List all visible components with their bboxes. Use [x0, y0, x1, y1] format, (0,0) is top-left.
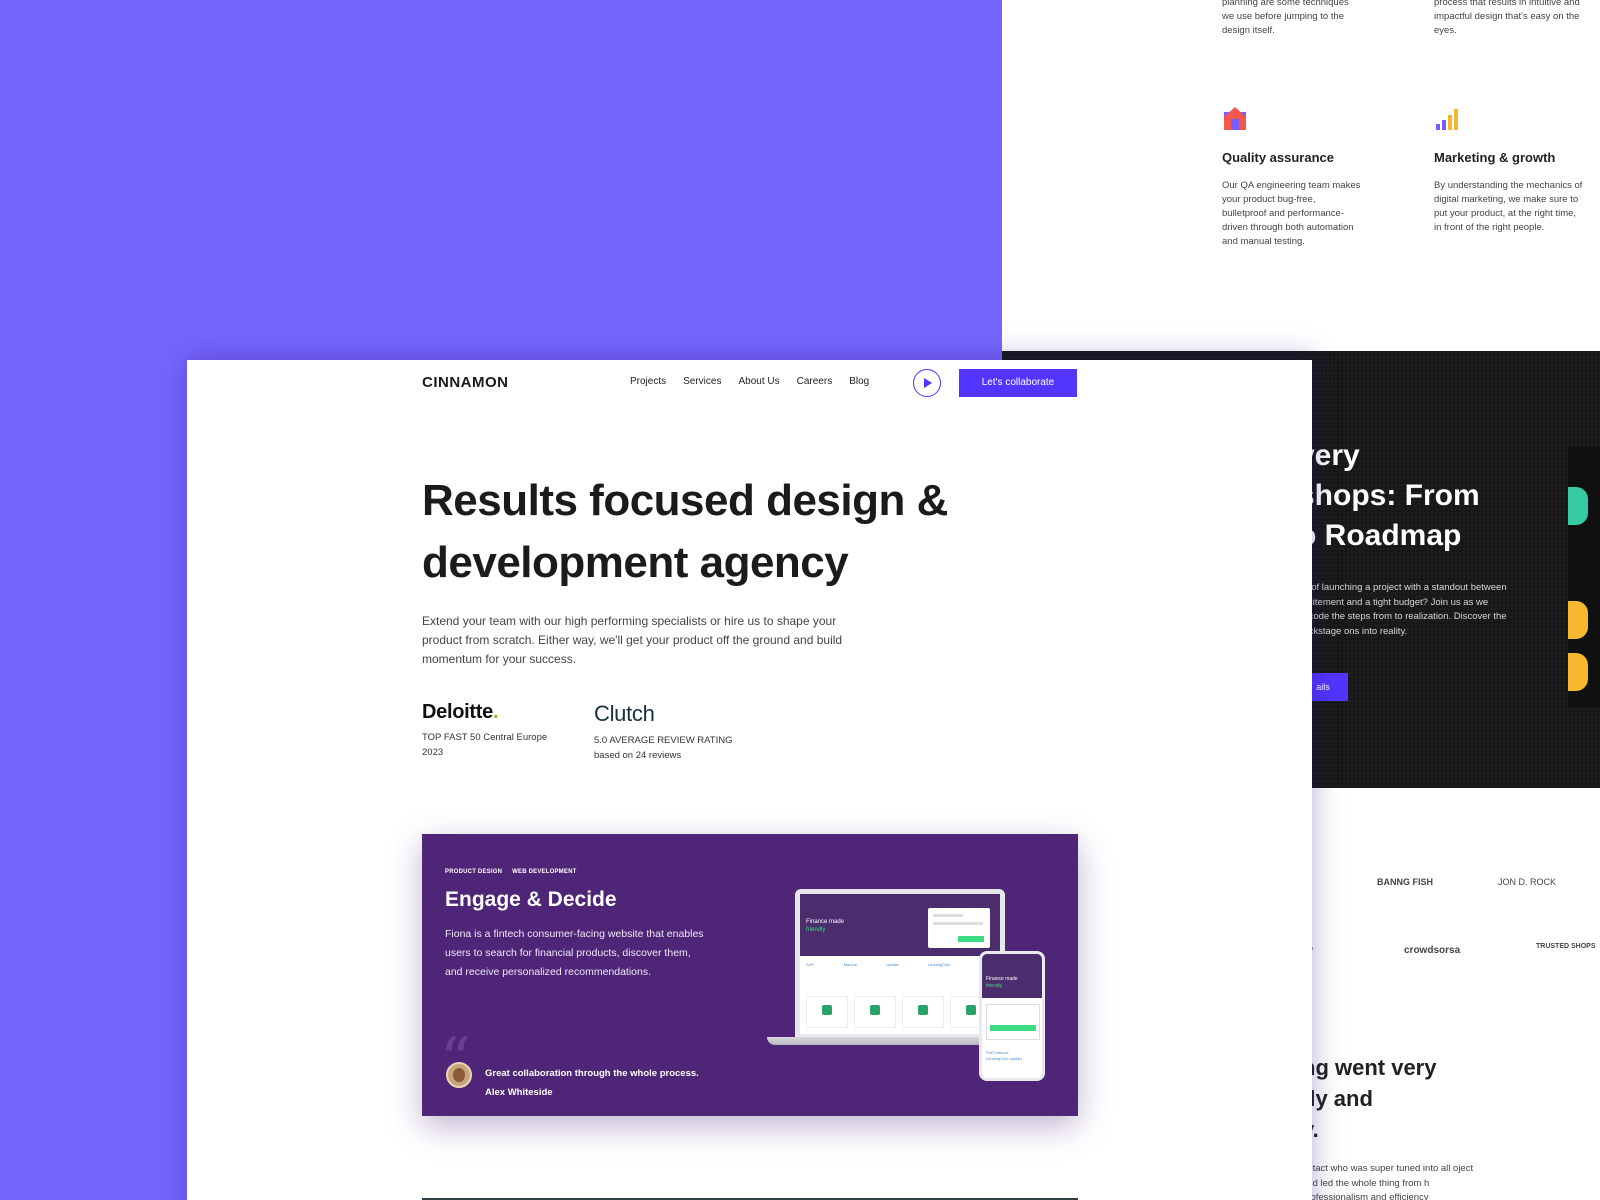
service-title: Quality assurance — [1222, 150, 1334, 165]
services-page: planning are some techniques we use befo… — [1002, 0, 1600, 352]
client-logo: crowdsorsa — [1404, 945, 1461, 956]
mockup-logo: SoFi — [806, 962, 815, 967]
testimonial-text: ontact who was super tuned into all ojec… — [1302, 1163, 1474, 1200]
service-text: By understanding the mechanics of digita… — [1434, 180, 1583, 233]
tag: WEB DEVELOPMENT — [512, 869, 577, 875]
award-clutch: Clutch 5.0 AVERAGE REVIEW RATING based o… — [594, 701, 733, 763]
mockup-hero-line: Finance made — [806, 919, 845, 925]
testimonial-heading-line: ng went very — [1302, 1055, 1437, 1080]
nav-careers[interactable]: Careers — [797, 376, 833, 387]
phone-logo-row: LendingClub upstart — [986, 1056, 1022, 1061]
mockup-tile — [902, 996, 944, 1028]
testimonial-heading-line: y. — [1302, 1114, 1436, 1145]
service-card: process that results in intuitive and im… — [1434, 0, 1584, 38]
workshop-title-line: shops: From — [1298, 479, 1480, 512]
project-card[interactable]: PRODUCT DESIGN WEB DEVELOPMENT Engage & … — [422, 834, 1078, 1116]
workshop-title-line: o Roadmap — [1298, 519, 1462, 552]
deloitte-logo: Deloitte. — [422, 701, 547, 724]
play-icon — [924, 378, 932, 388]
service-card-qa: Quality assurance Our QA engineering tea… — [1222, 106, 1362, 249]
service-text: Our QA engineering team makes your produ… — [1222, 180, 1361, 247]
mockup-logo: Marcus — [843, 962, 857, 967]
award-caption: TOP FAST 50 Central Europe 2023 — [422, 730, 547, 760]
quote-author: Alex Whiteside — [485, 1087, 553, 1098]
clutch-logo: Clutch — [594, 701, 655, 726]
nav-about-us[interactable]: About Us — [738, 376, 779, 387]
phone-hero-line: friendly — [986, 983, 1003, 989]
testimonial-quote: Great collaboration through the whole pr… — [485, 1064, 699, 1102]
award-caption-line: based on 24 reviews — [594, 750, 682, 761]
deloitte-logo-dot: . — [492, 701, 499, 723]
avatar — [446, 1062, 472, 1088]
project-description: Fiona is a fintech consumer-facing websi… — [445, 928, 704, 978]
workshop-title: very shops: From o Roadmap — [1298, 436, 1480, 556]
tag: PRODUCT DESIGN — [445, 869, 503, 875]
mockup-tile — [854, 996, 896, 1028]
phone-hero-line: Finance made — [986, 976, 1018, 982]
play-video-button[interactable] — [913, 369, 941, 397]
service-card-marketing: Marketing & growth By understanding the … — [1434, 106, 1584, 235]
phone-form — [986, 1004, 1040, 1040]
phone-hero-text: Finance made friendly — [986, 976, 1018, 990]
service-text: planning are some techniques we use befo… — [1222, 0, 1349, 36]
mockup-hero-line: friendly — [806, 927, 826, 933]
testimonial-heading: ng went very tly and y. — [1302, 1052, 1436, 1145]
mockup-hero: Finance made friendly — [800, 894, 1000, 956]
project-tags: PRODUCT DESIGN WEB DEVELOPMENT — [445, 869, 576, 875]
main-nav: Projects Services About Us Careers Blog — [630, 376, 869, 387]
service-card: planning are some techniques we use befo… — [1222, 0, 1362, 38]
project-title: Engage & Decide — [445, 888, 617, 911]
client-logo: TRUSTED SHOPS — [1536, 943, 1596, 950]
homepage: CINNAMON Projects Services About Us Care… — [187, 360, 1312, 1200]
collaborate-button[interactable]: Let's collaborate — [959, 369, 1077, 397]
hero-title: Results focused design & development age… — [422, 476, 948, 587]
phone-mockup: Finance made friendly SoFi Marcus Lendin… — [979, 951, 1045, 1081]
award-caption-line: 2023 — [422, 747, 444, 758]
client-logo: JON D. ROCK — [1498, 877, 1557, 887]
testimonial-heading-line: tly and — [1302, 1086, 1373, 1111]
mockup-form — [928, 908, 990, 948]
phone-hero: Finance made friendly — [982, 954, 1042, 998]
deloitte-logo-text: Deloitte — [422, 701, 493, 723]
workshop-description: ge of launching a project with a standou… — [1298, 582, 1507, 637]
award-caption: 5.0 AVERAGE REVIEW RATING based on 24 re… — [594, 733, 733, 763]
mockup-hero-text: Finance made friendly — [806, 918, 844, 934]
bar-chart-icon — [1434, 106, 1460, 132]
phone-partner-logos: SoFi Marcus LendingClub upstart — [986, 1050, 1022, 1062]
laptop-mockup: Finance made friendly SoFi Marcus upstar… — [795, 889, 1005, 1039]
service-title: Marketing & growth — [1434, 150, 1556, 165]
mockup-logo: upstart — [886, 962, 899, 967]
mockup-tile — [806, 996, 848, 1028]
mockup-partner-logos: SoFi Marcus upstart LendingClub Prosper — [806, 962, 994, 967]
nav-blog[interactable]: Blog — [849, 376, 869, 387]
award-deloitte: Deloitte. TOP FAST 50 Central Europe 202… — [422, 701, 547, 760]
workshop-illustration — [1568, 447, 1600, 707]
quote-text: Great collaboration through the whole pr… — [485, 1068, 699, 1079]
client-logo: BANNG FISH — [1377, 877, 1433, 887]
mockup-logo: LendingClub — [928, 962, 951, 967]
nav-services[interactable]: Services — [683, 376, 721, 387]
site-logo[interactable]: CINNAMON — [422, 374, 509, 391]
workshop-title-line: very — [1298, 439, 1360, 472]
nav-projects[interactable]: Projects — [630, 376, 666, 387]
service-text: process that results in intuitive and im… — [1434, 0, 1580, 36]
house-icon — [1222, 106, 1248, 132]
award-caption-line: 5.0 AVERAGE REVIEW RATING — [594, 735, 733, 746]
hero-subtitle: Extend your team with our high performin… — [422, 614, 843, 666]
award-caption-line: TOP FAST 50 Central Europe — [422, 732, 548, 743]
